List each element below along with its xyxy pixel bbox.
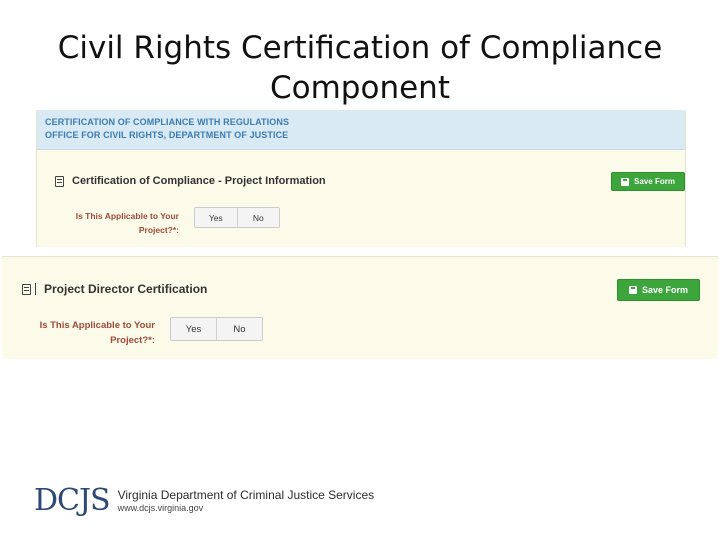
dcjs-logo: DCJS Virginia Department of Criminal Jus… <box>34 486 374 516</box>
applicable-question-line2: Project?*: <box>110 335 155 346</box>
slide-title-line2: Component <box>270 70 450 106</box>
project-information-panel-title: Certification of Compliance - Project In… <box>55 175 326 187</box>
save-disk-icon <box>621 177 630 186</box>
yes-option[interactable]: Yes <box>195 208 237 227</box>
document-icon <box>22 283 31 295</box>
regulations-header: CERTIFICATION OF COMPLIANCE WITH REGULAT… <box>37 110 685 150</box>
title-divider <box>35 283 36 295</box>
compliance-form-screenshot: CERTIFICATION OF COMPLIANCE WITH REGULAT… <box>36 110 686 247</box>
dcjs-logo-text: Virginia Department of Criminal Justice … <box>118 488 375 514</box>
regulations-header-line1: CERTIFICATION OF COMPLIANCE WITH REGULAT… <box>45 117 290 127</box>
regulations-header-line2: OFFICE FOR CIVIL RIGHTS, DEPARTMENT OF J… <box>45 130 289 140</box>
applicable-question-line1: Is This Applicable to Your <box>75 211 179 221</box>
applicable-toggle: Yes No <box>170 317 263 341</box>
save-form-button[interactable]: Save Form <box>617 279 700 301</box>
dcjs-url: www.dcjs.virginia.gov <box>117 503 204 513</box>
director-certification-screenshot: Project Director Certification Save Form… <box>2 256 718 359</box>
applicable-question-line2: Project?*: <box>138 225 179 235</box>
director-certification-title-text: Project Director Certification <box>44 282 208 296</box>
applicable-question-label: Is This Applicable to Your Project?*: <box>12 318 155 348</box>
applicable-toggle: Yes No <box>194 207 280 228</box>
save-disk-icon <box>628 286 637 294</box>
save-form-label: Save Form <box>641 285 689 295</box>
save-form-label: Save Form <box>634 177 675 186</box>
dcjs-org-name: Virginia Department of Criminal Justice … <box>117 488 375 502</box>
dcjs-logo-mark: DCJS <box>34 483 111 518</box>
slide-title-line1: Civil Rights Certification of Compliance <box>57 30 663 66</box>
director-certification-panel-title: Project Director Certification <box>22 282 207 296</box>
yes-option[interactable]: Yes <box>171 318 216 340</box>
applicable-question-line1: Is This Applicable to Your <box>39 320 155 331</box>
document-icon <box>55 175 64 187</box>
save-form-button[interactable]: Save Form <box>611 172 685 191</box>
no-option[interactable]: No <box>216 318 262 340</box>
slide-title: Civil Rights Certification of Compliance… <box>0 28 720 108</box>
no-option[interactable]: No <box>236 208 279 227</box>
applicable-question-label: Is This Applicable to Your Project?*: <box>47 209 179 237</box>
project-information-title-text: Certification of Compliance - Project In… <box>72 175 326 187</box>
